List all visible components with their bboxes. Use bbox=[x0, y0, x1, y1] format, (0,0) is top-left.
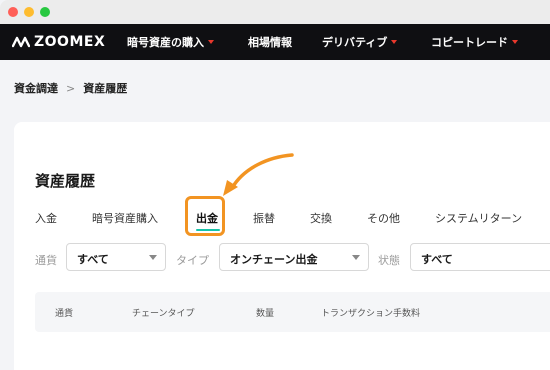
window-titlebar bbox=[0, 0, 550, 24]
breadcrumb: 資金調達 > 資産履歴 bbox=[14, 80, 127, 96]
nav-item-markets[interactable]: 相場情報 bbox=[248, 34, 292, 50]
tab-crypto-purchase[interactable]: 暗号資産購入 bbox=[92, 210, 158, 226]
breadcrumb-item-asset-history: 資産履歴 bbox=[83, 82, 128, 95]
close-window-button[interactable] bbox=[8, 7, 18, 17]
tab-exchange[interactable]: 交換 bbox=[310, 210, 332, 226]
status-select[interactable]: すべて bbox=[410, 243, 550, 271]
filter-label-status: 状態 bbox=[378, 254, 400, 267]
filter-label-type: タイプ bbox=[176, 254, 209, 267]
zoom-window-button[interactable] bbox=[40, 7, 50, 17]
page-title: 資産履歴 bbox=[35, 172, 96, 190]
nav-item-buy-crypto[interactable]: 暗号資産の購入 bbox=[127, 34, 214, 50]
column-header-transaction-fee: トランザクション手数料 bbox=[321, 309, 421, 319]
nav-item-label: デリバティブ bbox=[322, 36, 388, 49]
minimize-window-button[interactable] bbox=[24, 7, 34, 17]
column-header-chain-type: チェーンタイプ bbox=[132, 309, 195, 319]
column-header-currency: 通貨 bbox=[55, 309, 74, 319]
type-select[interactable]: オンチェーン出金 bbox=[219, 243, 369, 271]
logo-text: ZOOMEX bbox=[34, 34, 106, 50]
status-select-value: すべて bbox=[421, 253, 453, 266]
table-header-row bbox=[35, 292, 550, 332]
nav-item-label: 相場情報 bbox=[248, 36, 292, 49]
dropdown-caret-icon bbox=[391, 40, 398, 44]
top-navbar: ZOOMEX 暗号資産の購入 相場情報 デリバティブ コピートレード bbox=[0, 24, 550, 60]
nav-item-copy-trade[interactable]: コピートレード bbox=[431, 34, 518, 50]
browser-window: ZOOMEX 暗号資産の購入 相場情報 デリバティブ コピートレード 資金調達 … bbox=[0, 0, 550, 370]
tab-other[interactable]: その他 bbox=[367, 210, 400, 226]
nav-item-label: コピートレード bbox=[431, 36, 508, 49]
chevron-down-icon bbox=[149, 255, 157, 260]
column-header-amount: 数量 bbox=[256, 309, 275, 319]
nav-item-label: 暗号資産の購入 bbox=[127, 36, 204, 49]
chevron-down-icon bbox=[352, 255, 360, 260]
dropdown-caret-icon bbox=[512, 40, 518, 44]
breadcrumb-separator: > bbox=[66, 81, 76, 95]
dropdown-caret-icon bbox=[208, 40, 214, 44]
highlight-box bbox=[185, 196, 225, 236]
pointer-arrow-icon bbox=[223, 153, 294, 196]
tab-deposit[interactable]: 入金 bbox=[35, 210, 57, 226]
type-select-value: オンチェーン出金 bbox=[230, 253, 318, 266]
breadcrumb-item-funding[interactable]: 資金調達 bbox=[14, 80, 58, 96]
zoomex-logo[interactable]: ZOOMEX bbox=[12, 33, 105, 51]
tab-system-return[interactable]: システムリターン bbox=[435, 210, 522, 226]
logo-mark-icon bbox=[12, 36, 30, 48]
filter-label-currency: 通貨 bbox=[35, 254, 57, 267]
currency-select[interactable]: すべて bbox=[66, 243, 166, 271]
tab-transfer[interactable]: 振替 bbox=[253, 210, 275, 226]
nav-item-derivatives[interactable]: デリバティブ bbox=[322, 34, 398, 50]
currency-select-value: すべて bbox=[77, 253, 109, 266]
